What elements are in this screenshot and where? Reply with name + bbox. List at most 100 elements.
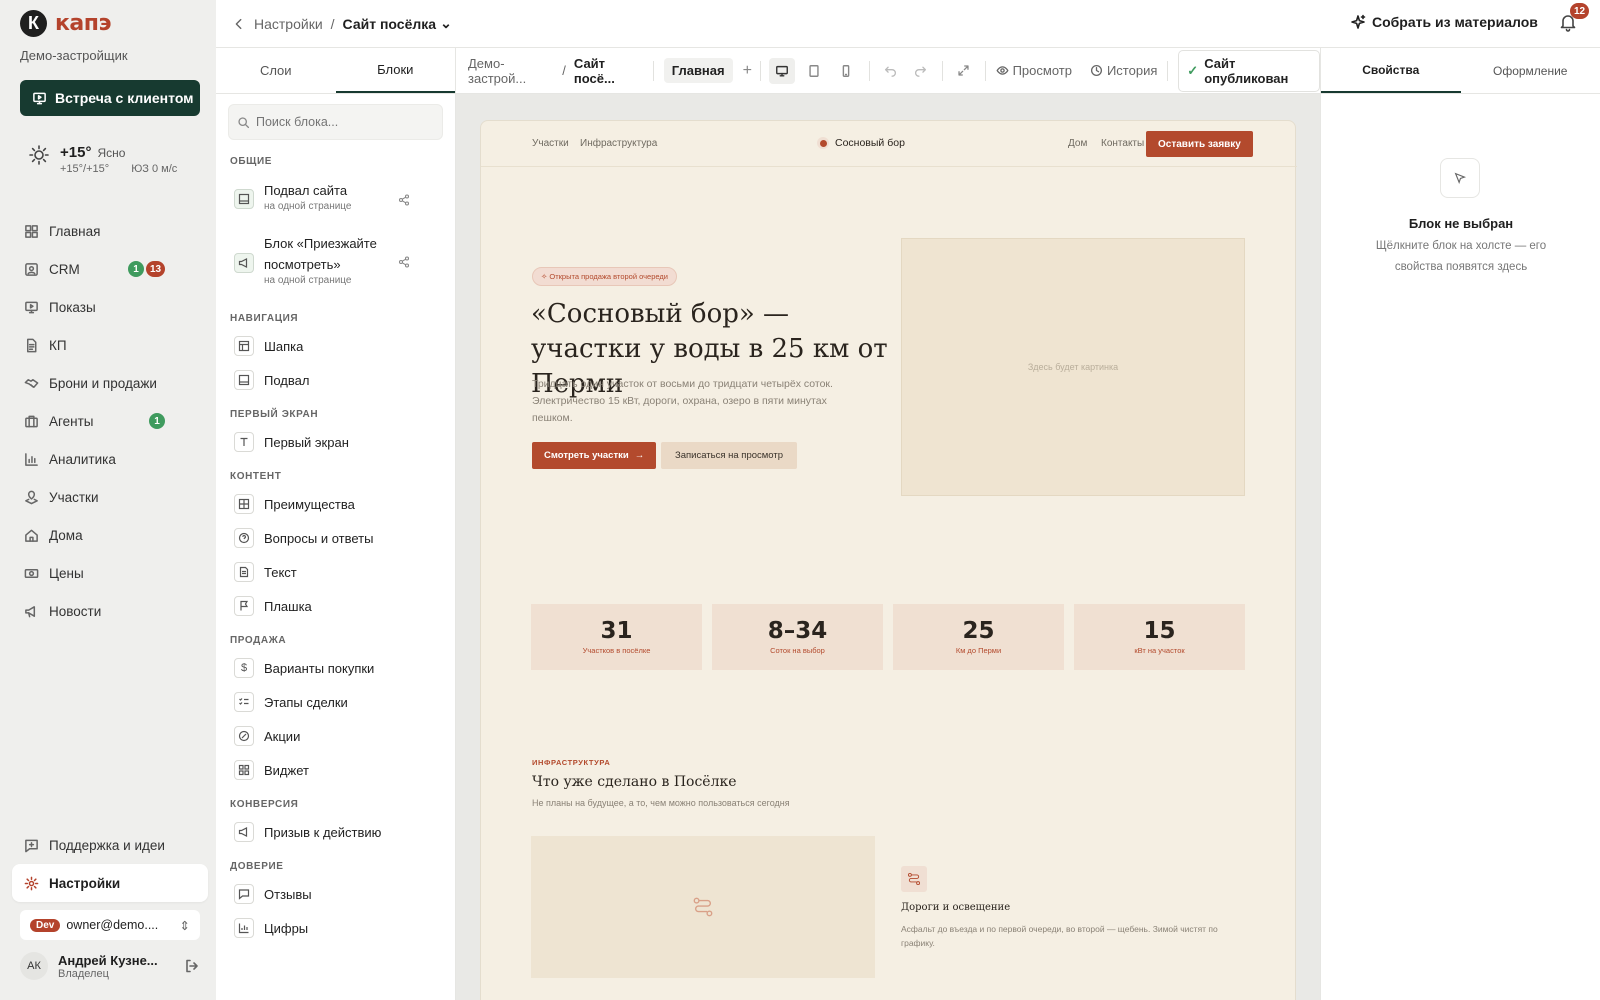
meet-client-button[interactable]: Встреча с клиентом <box>20 80 200 116</box>
site-brand[interactable]: Сосновый бор <box>817 137 905 149</box>
block-reviews[interactable]: Отзывы <box>216 877 456 911</box>
block-advantages[interactable]: Преимущества <box>216 487 456 521</box>
block-header[interactable]: Шапка <box>216 329 456 363</box>
block-label: Этапы сделки <box>264 694 348 710</box>
company-name: Демо-застройщик <box>20 48 128 63</box>
nav-item-news[interactable]: Новости <box>12 592 208 630</box>
share-icon[interactable] <box>398 256 410 268</box>
nav-item-agents[interactable]: Агенты 1 <box>12 402 208 440</box>
nav-item-home[interactable]: Главная <box>12 212 208 250</box>
gear-icon <box>24 876 39 891</box>
chevron-left-icon[interactable] <box>232 17 246 31</box>
block-faq[interactable]: Вопросы и ответы <box>216 521 456 555</box>
nav-item-crm[interactable]: CRM 1 13 <box>12 250 208 288</box>
preview-label: Просмотр <box>1012 63 1072 78</box>
crm-red-badge: 13 <box>146 261 166 277</box>
user-name: Андрей Кузне... <box>58 952 158 968</box>
block-search[interactable] <box>228 104 443 140</box>
block-label: Шапка <box>264 338 304 354</box>
editor-crumb-company[interactable]: Демо-застрой... <box>468 56 554 86</box>
infra-subtitle: Не планы на будущее, а то, чем можно пол… <box>532 798 790 808</box>
block-first-screen[interactable]: Первый экран <box>216 425 456 459</box>
site-nav-contacts[interactable]: Контакты <box>1101 138 1144 149</box>
tab-blocks[interactable]: Блоки <box>335 48 455 93</box>
env-badge: Dev <box>30 918 61 932</box>
nav-item-analytics[interactable]: Аналитика <box>12 440 208 478</box>
tab-properties[interactable]: Свойства <box>1321 48 1461 93</box>
nav-item-bookings[interactable]: Брони и продажи <box>12 364 208 402</box>
sparkle-icon <box>1350 14 1366 30</box>
hero-image-placeholder[interactable]: Здесь будет картинка <box>901 238 1245 496</box>
account-switcher[interactable]: Dev owner@demo.... ⇕ <box>20 910 200 940</box>
nav-item-shows[interactable]: Показы <box>12 288 208 326</box>
site-nav-plots[interactable]: Участки <box>532 138 569 149</box>
view-plots-button[interactable]: Смотреть участки → <box>532 442 657 469</box>
block-subtitle: на одной странице <box>264 201 352 212</box>
block-label: Преимущества <box>264 496 355 512</box>
site-preview[interactable]: Участки Инфраструктура Сосновый бор Дом … <box>480 120 1297 1000</box>
nav-item-prices[interactable]: Цены <box>12 554 208 592</box>
tablet-view-icon[interactable] <box>801 58 827 84</box>
page-selector[interactable]: Главная <box>663 58 733 83</box>
preview-button[interactable]: Просмотр <box>996 63 1072 78</box>
presentation-icon <box>32 91 47 106</box>
nav-label: CRM <box>49 261 80 277</box>
block-call-to-action[interactable]: Призыв к действию <box>216 815 456 849</box>
site-cta-button[interactable]: Оставить заявку <box>1146 131 1253 157</box>
nav-label: Цены <box>49 565 84 581</box>
weather-wind: ЮЗ 0 м/с <box>131 163 178 175</box>
block-footer[interactable]: Подвал <box>216 363 456 397</box>
block-numbers[interactable]: Цифры <box>216 911 456 945</box>
stat-card: 8–34 Соток на выбор <box>712 604 883 670</box>
search-icon <box>237 116 250 129</box>
site-nav-infra[interactable]: Инфраструктура <box>580 138 657 149</box>
collect-from-materials-button[interactable]: Собрать из материалов <box>1350 14 1538 30</box>
search-input[interactable] <box>256 115 436 129</box>
crm-green-badge: 1 <box>128 261 144 277</box>
megaphone-block-icon <box>234 253 254 273</box>
nav-item-plots[interactable]: Участки <box>12 478 208 516</box>
block-deal-stages[interactable]: Этапы сделки <box>216 685 456 719</box>
logout-icon[interactable] <box>184 958 200 974</box>
editor-canvas[interactable]: Участки Инфраструктура Сосновый бор Дом … <box>456 94 1320 1000</box>
user-profile[interactable]: АК Андрей Кузне... Владелец <box>20 952 200 980</box>
site-nav-house[interactable]: Дом <box>1068 138 1087 149</box>
block-promotions[interactable]: Акции <box>216 719 456 753</box>
book-viewing-button[interactable]: Записаться на просмотр <box>661 442 798 469</box>
logo[interactable]: К капэ <box>20 10 112 37</box>
crumb-separator: / <box>562 63 566 78</box>
nav-item-houses[interactable]: Дома <box>12 516 208 554</box>
breadcrumb-settings[interactable]: Настройки <box>254 16 323 32</box>
block-banner[interactable]: Плашка <box>216 589 456 623</box>
divider <box>1167 60 1169 81</box>
site-header[interactable]: Участки Инфраструктура Сосновый бор Дом … <box>481 121 1297 167</box>
question-icon <box>234 528 254 548</box>
tab-design[interactable]: Оформление <box>1461 48 1600 93</box>
block-footer-site[interactable]: Подвал сайта на одной странице <box>216 180 456 226</box>
nav-label: Дома <box>49 527 83 543</box>
history-button[interactable]: История <box>1090 63 1157 78</box>
mobile-view-icon[interactable] <box>833 58 859 84</box>
tab-layers[interactable]: Слои <box>216 48 336 93</box>
published-status[interactable]: ✓ Сайт опубликован <box>1178 49 1320 92</box>
add-page-icon[interactable]: + <box>743 62 752 80</box>
redo-icon[interactable] <box>910 64 932 77</box>
desktop-view-icon[interactable] <box>768 57 795 84</box>
notification-count: 12 <box>1570 3 1590 19</box>
share-icon[interactable] <box>398 194 410 206</box>
nav-item-support[interactable]: Поддержка и идеи <box>12 826 208 864</box>
infra-image-placeholder[interactable] <box>531 836 875 978</box>
editor-crumb-site[interactable]: Сайт посё... <box>574 56 643 86</box>
site-selector[interactable]: Сайт посёлка ⌄ <box>343 15 452 32</box>
block-purchase-options[interactable]: $ Варианты покупки <box>216 651 456 685</box>
nav-item-settings[interactable]: Настройки <box>12 864 208 902</box>
block-text[interactable]: Текст <box>216 555 456 589</box>
fullscreen-icon[interactable] <box>953 64 975 77</box>
properties-tabs: Свойства Оформление <box>1321 48 1600 94</box>
nav-item-kp[interactable]: КП <box>12 326 208 364</box>
flag-icon <box>234 596 254 616</box>
notifications-button[interactable]: 12 <box>1558 3 1590 35</box>
block-come-see[interactable]: Блок «Приезжайте посмотреть» на одной ст… <box>216 233 456 295</box>
undo-icon[interactable] <box>880 64 902 77</box>
block-widget[interactable]: Виджет <box>216 753 456 787</box>
